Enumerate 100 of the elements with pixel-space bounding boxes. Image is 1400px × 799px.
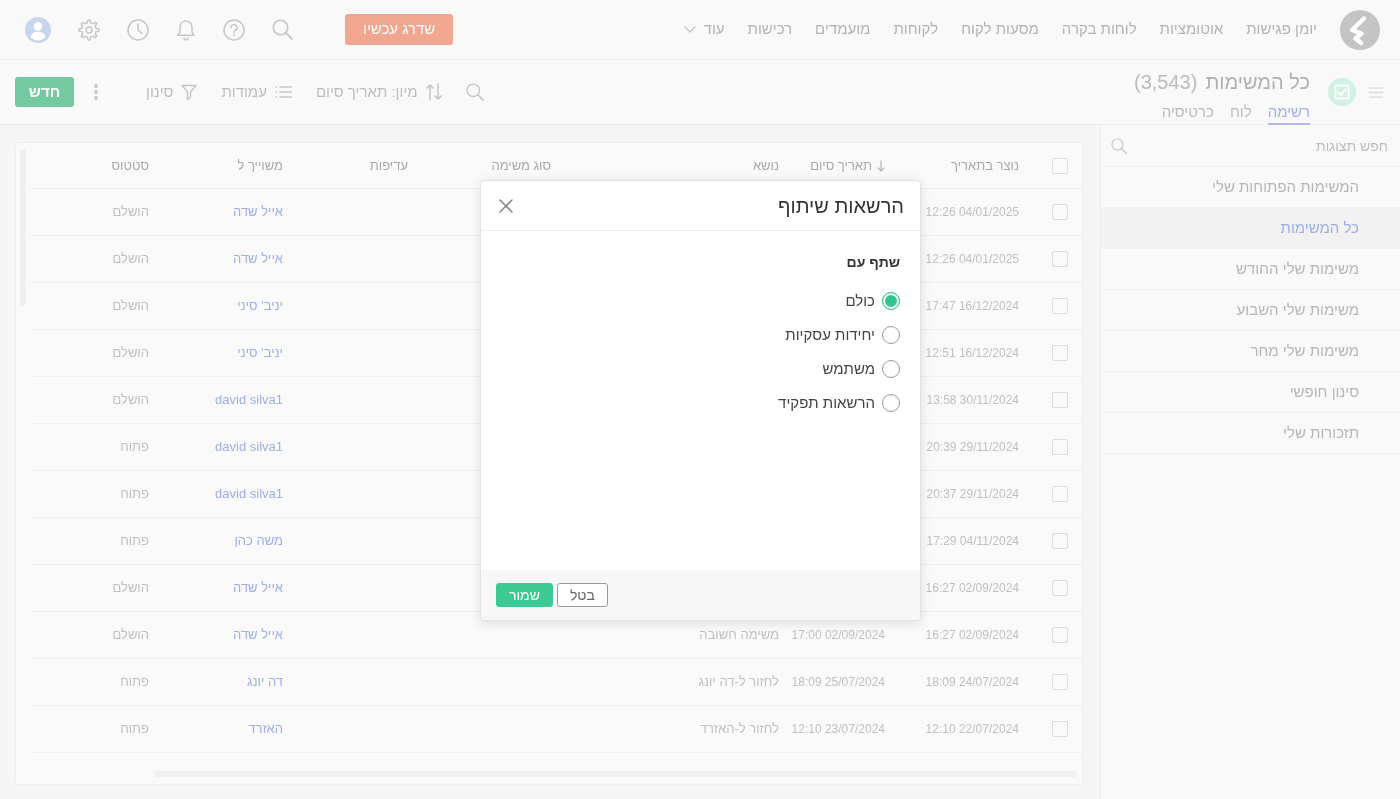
assignee-link[interactable]: יניב' סיני	[237, 296, 283, 316]
date-text: 12:26 04/01/2025	[925, 251, 1019, 268]
cell-text: לחזור ל-דה יונג	[698, 673, 779, 692]
assignee-link[interactable]: יניב' סיני	[237, 343, 283, 363]
row-checkbox[interactable]	[1052, 533, 1068, 549]
cell-text: הושלם	[112, 391, 149, 410]
row-checkbox[interactable]	[1052, 392, 1068, 408]
row-checkbox[interactable]	[1052, 251, 1068, 267]
filter-icon	[181, 83, 198, 101]
sidebar-item[interactable]: סינון חופשי	[1101, 372, 1400, 413]
date-text: 17:00 02/09/2024	[791, 627, 885, 644]
assignee-link[interactable]: האזרד	[248, 719, 283, 739]
filter-button[interactable]: סינון	[146, 80, 198, 104]
assignee-link[interactable]: אייל שדה	[233, 625, 283, 645]
search-icon[interactable]	[1111, 137, 1127, 154]
user-icon[interactable]	[25, 16, 51, 43]
date-text: 12:10 22/07/2024	[925, 721, 1019, 738]
record-count: (3,543)	[1134, 70, 1198, 94]
assignee-link[interactable]: david silva1	[215, 484, 283, 504]
row-checkbox[interactable]	[1052, 204, 1068, 220]
cell-text: הושלם	[112, 250, 149, 269]
option-label[interactable]: הרשאות תפקיד	[778, 391, 875, 415]
date-text: 13:58 30/11/2024	[926, 392, 1019, 409]
nav-link[interactable]: מסעות לקוח	[961, 18, 1039, 41]
nav-link[interactable]: אוטומציות	[1159, 18, 1224, 41]
vertical-dots-icon[interactable]	[94, 84, 98, 100]
menu-icon[interactable]	[1369, 86, 1383, 98]
assignee-link[interactable]: david silva1	[215, 437, 283, 457]
nav-link[interactable]: רכישות	[747, 18, 793, 41]
close-button[interactable]	[499, 198, 513, 213]
column-header[interactable]: משוייך ל	[237, 155, 283, 176]
help-icon[interactable]	[223, 18, 245, 41]
assignee-link[interactable]: משה כהן	[234, 531, 283, 551]
chevron-down-icon	[683, 26, 696, 33]
search-icon[interactable]	[272, 19, 293, 40]
sidebar-item[interactable]: משימות שלי מחר	[1101, 331, 1400, 372]
bell-icon[interactable]	[176, 18, 196, 41]
cell-text: הושלם	[112, 579, 149, 598]
sidebar-item[interactable]: משימות שלי השבוע	[1101, 290, 1400, 331]
date-text: 17:47 16/12/2024	[925, 298, 1019, 315]
assignee-link[interactable]: דה יונג	[247, 672, 283, 692]
sidebar-item[interactable]: כל המשימות	[1101, 208, 1400, 249]
column-header[interactable]: סוג משימה	[491, 155, 551, 176]
nav-link[interactable]: לוחות בקרה	[1061, 18, 1137, 41]
row-checkbox[interactable]	[1052, 345, 1068, 361]
option-label[interactable]: כולם	[845, 289, 875, 313]
assignee-link[interactable]: david silva1	[215, 390, 283, 410]
save-button[interactable]: שמור	[496, 583, 553, 607]
cell-text: פתוח	[120, 438, 149, 457]
row-checkbox[interactable]	[1052, 439, 1068, 455]
cancel-button[interactable]: בטל	[556, 583, 608, 607]
view-tab[interactable]: לוח	[1229, 103, 1252, 125]
section-label: שתף עם	[846, 254, 900, 270]
date-text: 16:27 02/09/2024	[925, 627, 1019, 644]
date-text: 12:26 04/01/2025	[925, 204, 1019, 221]
cell-text: פתוח	[120, 532, 149, 551]
logo-icon[interactable]	[1340, 9, 1380, 50]
cell-text: הושלם	[112, 297, 149, 316]
date-text: 12:51 16/12/2024	[925, 345, 1019, 362]
column-header[interactable]: נוצר בתאריך	[951, 155, 1019, 176]
row-checkbox[interactable]	[1052, 627, 1068, 643]
new-button[interactable]: חדש	[15, 77, 74, 107]
row-checkbox[interactable]	[1052, 674, 1068, 690]
more-menu[interactable]: עוד	[683, 18, 725, 41]
column-header[interactable]: סטטוס	[111, 155, 149, 176]
sidebar-item[interactable]: תזכורות שלי	[1101, 413, 1400, 454]
sort-button[interactable]: מיון: תאריך סיום	[315, 80, 442, 104]
assignee-link[interactable]: אייל שדה	[233, 249, 283, 269]
cell-text: הושלם	[112, 626, 149, 645]
assignee-link[interactable]: אייל שדה	[233, 202, 283, 222]
search-icon[interactable]	[465, 83, 484, 101]
row-checkbox[interactable]	[1052, 486, 1068, 502]
date-text: 16:27 02/09/2024	[925, 580, 1019, 597]
select-all-checkbox[interactable]	[1052, 157, 1068, 174]
row-checkbox[interactable]	[1052, 721, 1068, 737]
settings-icon[interactable]	[78, 18, 100, 41]
sidebar-item[interactable]: משימות שלי החודש	[1101, 249, 1400, 290]
nav-link[interactable]: מועמדים	[815, 18, 871, 41]
cell-text: פתוח	[120, 485, 149, 504]
radio-button[interactable]	[882, 292, 900, 310]
row-checkbox[interactable]	[1052, 298, 1068, 314]
clock-icon[interactable]	[127, 18, 149, 41]
view-tab[interactable]: כרטיסיה	[1161, 103, 1214, 125]
row-checkbox[interactable]	[1052, 580, 1068, 596]
cell-text: הושלם	[112, 203, 149, 222]
nav-link[interactable]: לקוחות	[893, 18, 939, 41]
upgrade-button[interactable]: שדרג עכשיו	[345, 14, 454, 45]
assignee-link[interactable]: אייל שדה	[233, 578, 283, 598]
column-header[interactable]: עדיפות	[369, 155, 408, 176]
column-header[interactable]: תאריך סיום	[810, 155, 872, 176]
nav-link[interactable]: יומן פגישות	[1246, 18, 1317, 41]
column-header[interactable]: נושא	[752, 155, 779, 176]
cell-text: הושלם	[112, 344, 149, 363]
search-field[interactable]: חפש תצוגות	[1135, 133, 1388, 158]
columns-button[interactable]: עמודות	[221, 80, 292, 104]
cell-text: פתוח	[120, 720, 149, 739]
option-label[interactable]: יחידות עסקיות	[785, 323, 875, 347]
dialog-title: הרשאות שיתוף	[778, 193, 904, 219]
option-label[interactable]: משתמש	[822, 357, 875, 381]
list-icon	[274, 86, 292, 98]
